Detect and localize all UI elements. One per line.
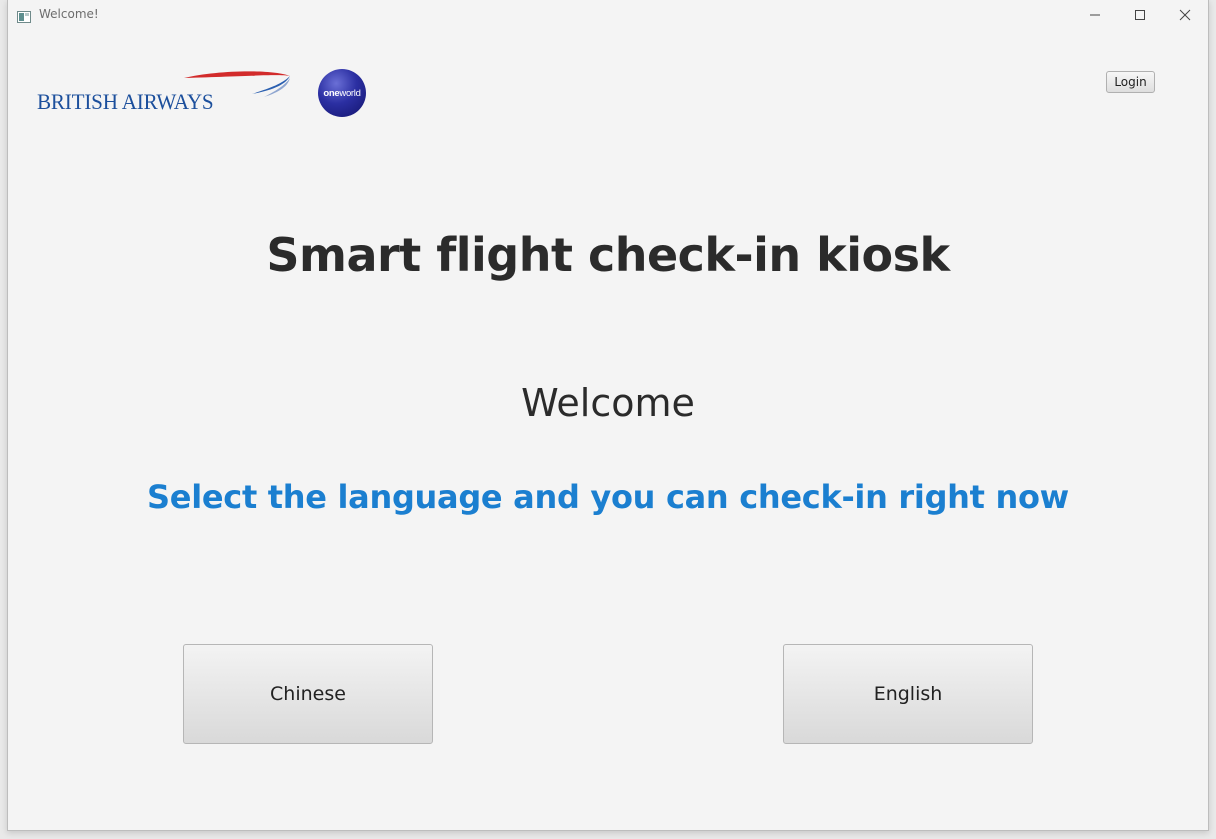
minimize-button[interactable]: [1072, 0, 1118, 30]
english-button[interactable]: English: [783, 644, 1033, 744]
welcome-text: Welcome: [521, 381, 695, 425]
window-title: Welcome!: [39, 7, 99, 21]
oneworld-logo: oneworld: [318, 69, 366, 117]
minimize-icon: [1089, 6, 1101, 25]
login-button[interactable]: Login: [1106, 71, 1155, 93]
maximize-icon: [1134, 6, 1146, 25]
maximize-button[interactable]: [1117, 0, 1163, 30]
british-airways-logo: BRITISH AIRWAYS: [36, 70, 292, 118]
chinese-button[interactable]: Chinese: [183, 644, 433, 744]
app-icon: [17, 8, 31, 23]
speedmarque-icon: [184, 71, 290, 97]
title-bar[interactable]: Welcome!: [8, 0, 1208, 30]
page-title: Smart flight check-in kiosk: [266, 228, 950, 282]
close-icon: [1179, 6, 1191, 25]
close-button[interactable]: [1162, 0, 1208, 30]
app-window: Welcome! BRITISH AIRWAYS oneworld Login: [7, 0, 1209, 831]
instruction-text: Select the language and you can check-in…: [147, 478, 1069, 516]
